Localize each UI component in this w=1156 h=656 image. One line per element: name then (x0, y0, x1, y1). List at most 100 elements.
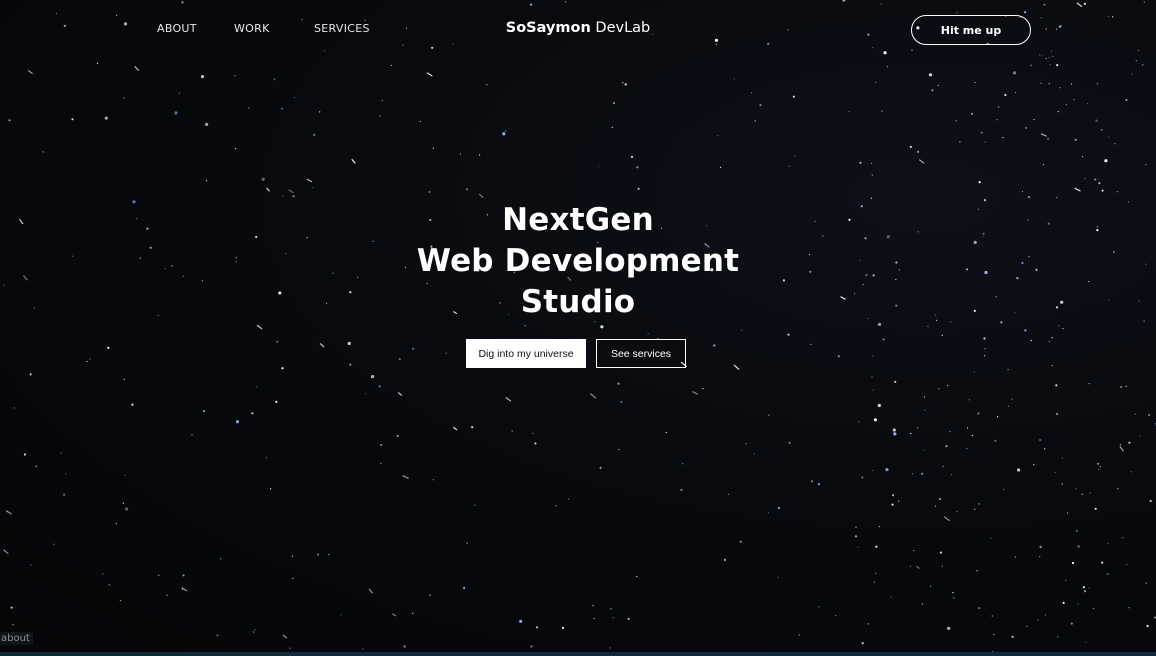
star (873, 581, 876, 583)
see-services-button[interactable]: See services (596, 339, 686, 368)
star (702, 388, 704, 390)
star-streak (918, 159, 925, 164)
star (281, 367, 284, 370)
nav-work-link[interactable]: WORK (234, 22, 314, 35)
star (276, 341, 278, 343)
star (1146, 624, 1149, 628)
main-nav: ABOUT WORK SERVICES (157, 22, 370, 35)
star (682, 463, 684, 465)
star (921, 603, 923, 605)
star (723, 558, 727, 562)
star (1106, 572, 1109, 576)
star (1082, 156, 1084, 158)
star (1084, 178, 1086, 180)
star (787, 333, 790, 336)
star (947, 626, 951, 631)
star (1143, 1, 1145, 3)
star (977, 412, 980, 415)
star (883, 51, 887, 55)
star (1059, 87, 1061, 89)
star (1027, 196, 1031, 199)
star (1065, 579, 1067, 581)
star (857, 546, 859, 548)
star (1142, 64, 1144, 66)
star (1125, 98, 1128, 102)
star (767, 512, 769, 514)
star (275, 400, 278, 403)
star-streak (1074, 187, 1081, 192)
star (1089, 492, 1091, 494)
star (592, 605, 594, 607)
star (937, 84, 939, 86)
star (767, 42, 770, 45)
star (1149, 499, 1152, 503)
star (1043, 3, 1046, 6)
star (877, 323, 879, 325)
star (1042, 164, 1045, 166)
star (530, 3, 533, 6)
star (680, 488, 683, 492)
hit-me-up-button[interactable]: Hit me up (911, 15, 1031, 45)
star (891, 503, 894, 506)
star (620, 400, 623, 403)
star (378, 385, 381, 388)
link-preview-status: about (0, 632, 33, 645)
star (125, 507, 129, 511)
star (1056, 64, 1059, 67)
star (788, 441, 791, 444)
star (739, 540, 742, 543)
star (817, 483, 821, 486)
star (1098, 469, 1100, 471)
star (733, 78, 735, 80)
star (42, 151, 44, 153)
page: ABOUT WORK SERVICES SoSaymon DevLab Hit … (0, 0, 1156, 656)
star (873, 418, 878, 422)
star (1074, 138, 1077, 141)
star (1051, 337, 1053, 339)
star (1062, 601, 1065, 605)
star (870, 162, 873, 164)
star (524, 325, 526, 327)
star (917, 150, 920, 153)
star (993, 634, 995, 636)
brand-home-link[interactable]: SoSaymon DevLab (506, 20, 651, 36)
star (1075, 488, 1077, 490)
nav-about-link[interactable]: ABOUT (157, 22, 234, 35)
star (166, 594, 168, 596)
star (792, 95, 796, 98)
star (1004, 93, 1007, 97)
star (1021, 190, 1024, 193)
dig-into-universe-button[interactable]: Dig into my universe (466, 339, 586, 368)
star (1107, 542, 1109, 545)
star (511, 430, 513, 432)
star-streak (288, 189, 294, 194)
star (994, 439, 997, 442)
star (60, 452, 62, 454)
star (974, 81, 976, 84)
star (1073, 98, 1075, 101)
star (1117, 488, 1119, 490)
star (966, 448, 968, 450)
star (412, 347, 415, 350)
star (1037, 619, 1039, 621)
star (1024, 11, 1027, 14)
star (636, 576, 638, 578)
star (380, 463, 382, 465)
star (379, 115, 381, 117)
star (1082, 586, 1085, 589)
star (1125, 385, 1127, 387)
star (1083, 590, 1087, 593)
hero-title: NextGen Web Development Studio (0, 200, 1156, 323)
star (941, 565, 943, 567)
star (1012, 71, 1017, 75)
star (1095, 119, 1098, 122)
star (234, 75, 236, 77)
star (945, 445, 948, 448)
star (978, 503, 980, 505)
star (108, 584, 110, 586)
star (1030, 339, 1032, 342)
star (1126, 563, 1128, 565)
star (880, 3, 882, 5)
star (959, 141, 961, 143)
nav-services-link[interactable]: SERVICES (314, 22, 370, 35)
